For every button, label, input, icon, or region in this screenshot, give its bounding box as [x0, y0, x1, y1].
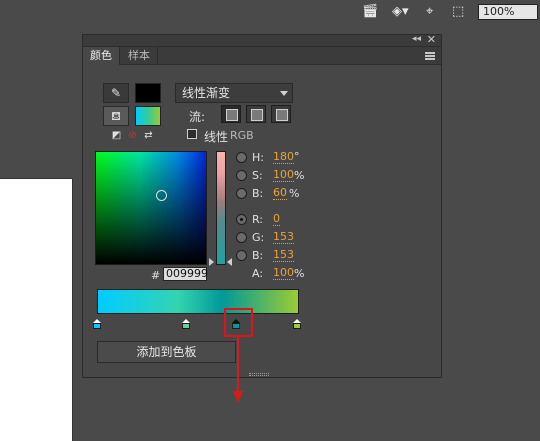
r-value[interactable]: 0 — [273, 213, 280, 226]
panel-title-strip: ◂◂ ✕ — [83, 33, 441, 47]
paint-bucket-icon: ⛾ — [111, 109, 121, 123]
alpha-unit: % — [294, 267, 305, 280]
g-label: G: — [252, 231, 265, 244]
panel-tabbar: 颜色 样本 — [83, 47, 441, 65]
fill-color-button[interactable]: ⛾ — [103, 106, 129, 126]
movie-clip-icon[interactable]: 🎬︎ — [362, 4, 379, 20]
annotation-arrow-head — [233, 391, 243, 403]
radio-r[interactable] — [236, 214, 247, 225]
color-picker-ring[interactable] — [156, 190, 167, 201]
s-unit: % — [294, 169, 305, 182]
radio-h[interactable] — [236, 152, 247, 163]
crosshair-icon[interactable]: ⌖ — [426, 4, 433, 20]
chevron-down-icon — [280, 91, 288, 96]
color-slider[interactable] — [216, 151, 226, 265]
annotation-arrow-line — [237, 337, 239, 393]
radio-g[interactable] — [236, 232, 247, 243]
flow-reflect-button[interactable] — [246, 105, 266, 123]
close-icon[interactable]: ✕ — [427, 33, 436, 46]
h-value[interactable]: 180 — [273, 151, 294, 164]
gradient-stop[interactable] — [181, 319, 190, 329]
b-label: B: — [252, 187, 264, 200]
gradient-stop[interactable] — [292, 319, 301, 329]
h-label: H: — [252, 151, 264, 164]
resize-grip-icon[interactable] — [249, 373, 269, 376]
flow-repeat-button[interactable] — [271, 105, 291, 123]
linear-rgb-label: 线性 — [204, 130, 229, 144]
alpha-label: A: — [252, 267, 264, 280]
flow-label: 流: — [189, 110, 206, 124]
slider-handle-right[interactable] — [227, 258, 232, 266]
linear-rgb-checkbox[interactable] — [187, 129, 197, 139]
s-value[interactable]: 100 — [273, 169, 294, 182]
add-to-swatches-button[interactable]: 添加到色板 — [97, 341, 236, 363]
blue-value[interactable]: 153 — [273, 249, 294, 262]
b-value[interactable]: 60 — [273, 187, 287, 200]
radio-blue[interactable] — [236, 250, 247, 261]
hex-hash-label: # — [151, 269, 161, 282]
camera-icon[interactable]: ◈▾ — [392, 4, 409, 20]
g-value[interactable]: 153 — [273, 231, 294, 244]
pencil-icon: ✎ — [110, 86, 122, 100]
color-panel: ◂◂ ✕ 颜色 样本 ✎ ⛾ ◩ ⊘ ⇄ 线性渐变 流: 线性 RGB # 00… — [82, 33, 442, 403]
crop-frame-icon[interactable]: ⬚ — [452, 4, 464, 20]
b-unit: % — [289, 187, 300, 200]
collapse-icon[interactable]: ◂◂ — [412, 34, 421, 44]
stroke-color-button[interactable]: ✎ — [103, 83, 129, 103]
gradient-stop[interactable] — [93, 319, 101, 329]
h-unit: ° — [294, 150, 300, 163]
fill-swatch[interactable] — [135, 106, 161, 126]
r-label: R: — [252, 213, 264, 226]
document-stage[interactable] — [0, 178, 73, 441]
s-label: S: — [252, 169, 263, 182]
rgb-label: RGB — [230, 129, 254, 142]
fill-type-value: 线性渐变 — [182, 86, 231, 100]
blue-label: B: — [252, 249, 264, 262]
panel-menu-icon[interactable] — [425, 52, 435, 60]
tab-color[interactable]: 颜色 — [83, 47, 120, 65]
zoom-input[interactable]: 100% — [478, 4, 538, 20]
gradient-preview-bar[interactable] — [97, 289, 299, 314]
radio-s[interactable] — [236, 170, 247, 181]
stroke-swatch[interactable] — [135, 83, 161, 103]
black-white-icon[interactable]: ◩ — [111, 130, 122, 141]
hex-input[interactable]: 009999 — [163, 267, 208, 281]
tab-swatches[interactable]: 样本 — [121, 47, 158, 65]
radio-b[interactable] — [236, 188, 247, 199]
no-color-icon[interactable]: ⊘ — [127, 130, 138, 141]
highlight-annotation — [224, 308, 253, 337]
fill-type-select[interactable]: 线性渐变 — [175, 83, 293, 103]
color-field[interactable] — [95, 151, 207, 265]
alpha-value[interactable]: 100 — [273, 267, 294, 280]
swap-colors-icon[interactable]: ⇄ — [143, 130, 154, 141]
flow-extend-button[interactable] — [221, 105, 241, 123]
slider-handle-left[interactable] — [209, 258, 214, 266]
